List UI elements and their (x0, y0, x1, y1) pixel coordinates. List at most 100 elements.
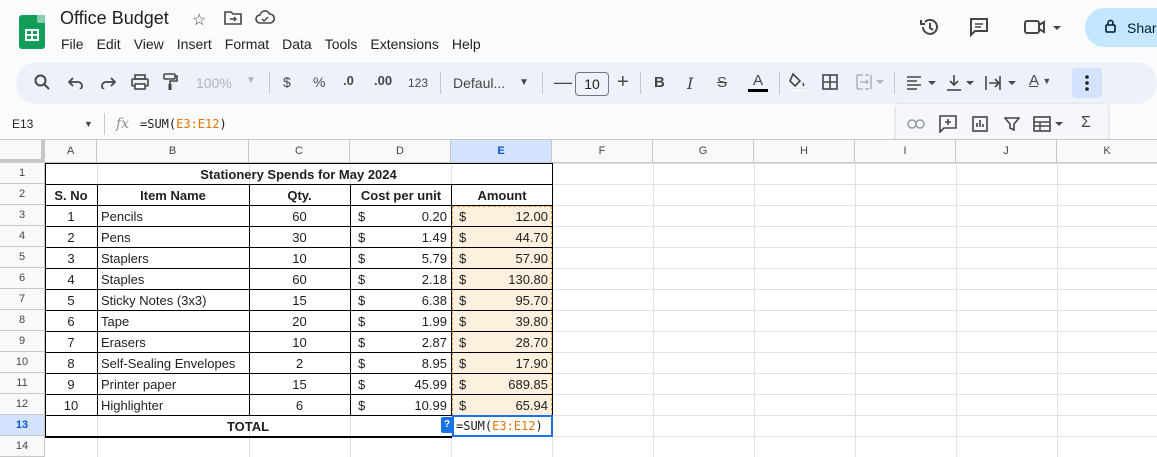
formula-input[interactable]: =SUM(E3:E12) (140, 117, 227, 131)
document-title[interactable]: Office Budget (60, 8, 169, 29)
cell-item-name[interactable]: Staples (98, 269, 248, 290)
cell-amount-currency[interactable]: $ (456, 332, 476, 353)
cloud-status-icon[interactable] (255, 10, 276, 31)
cell-amount-currency[interactable]: $ (456, 374, 476, 395)
cell-amount[interactable]: 95.70 (476, 290, 552, 311)
cell-item-name[interactable]: Printer paper (98, 374, 248, 395)
cell-item-name[interactable]: Erasers (98, 332, 248, 353)
cell-amount[interactable]: 39.80 (476, 311, 552, 332)
menu-file[interactable]: File (61, 36, 84, 52)
cell-item-name[interactable]: Self-Sealing Envelopes (98, 353, 248, 374)
cell-cost-currency[interactable]: $ (355, 395, 375, 416)
active-cell-editor[interactable]: =SUM(E3:E12) (452, 415, 553, 437)
menu-tools[interactable]: Tools (325, 36, 358, 52)
menu-insert[interactable]: Insert (177, 36, 212, 52)
italic-button[interactable]: I (687, 74, 693, 93)
font-family-select[interactable]: Defaul... (453, 75, 505, 91)
cell-sno[interactable]: 1 (45, 206, 97, 227)
cell-item-name[interactable]: Sticky Notes (3x3) (98, 290, 248, 311)
menu-help[interactable]: Help (452, 36, 481, 52)
cell-cost[interactable]: 45.99 (375, 374, 451, 395)
total-label[interactable]: TOTAL (45, 416, 451, 437)
row-header-11[interactable]: 11 (0, 373, 45, 394)
menu-view[interactable]: View (134, 36, 164, 52)
menu-data[interactable]: Data (282, 36, 312, 52)
cell-amount-currency[interactable]: $ (456, 395, 476, 416)
cell-qty[interactable]: 20 (249, 311, 350, 332)
header-item-name[interactable]: Item Name (98, 185, 248, 206)
font-family-dropdown-icon[interactable]: ▼ (519, 77, 529, 88)
column-header-e[interactable]: E (451, 140, 552, 163)
column-header-d[interactable]: D (350, 140, 451, 163)
cell-cost-currency[interactable]: $ (355, 248, 375, 269)
horizontal-align-icon[interactable] (906, 76, 938, 94)
row-header-3[interactable]: 3 (0, 205, 45, 226)
undo-icon[interactable] (67, 75, 84, 93)
increase-decimal-button[interactable]: .00 (374, 73, 392, 88)
print-icon[interactable] (131, 74, 149, 94)
menu-format[interactable]: Format (225, 36, 269, 52)
decrease-font-size-icon[interactable]: — (554, 72, 572, 93)
cell-cost-currency[interactable]: $ (355, 269, 375, 290)
cell-amount[interactable]: 65.94 (476, 395, 552, 416)
cell-cost-currency[interactable]: $ (355, 206, 375, 227)
cell-cost-currency[interactable]: $ (355, 353, 375, 374)
filter-views-icon[interactable] (1033, 116, 1065, 137)
strikethrough-button[interactable]: S (717, 74, 727, 91)
column-header-c[interactable]: C (249, 140, 350, 163)
cell-amount[interactable]: 689.85 (476, 374, 552, 395)
column-header-h[interactable]: H (754, 140, 855, 163)
cell-cost-currency[interactable]: $ (355, 311, 375, 332)
cell-cost[interactable]: 2.87 (375, 332, 451, 353)
cell-cost[interactable]: 8.95 (375, 353, 451, 374)
cell-qty[interactable]: 10 (249, 332, 350, 353)
cell-cost-currency[interactable]: $ (355, 332, 375, 353)
insert-link-icon[interactable] (907, 117, 925, 135)
cell-sno[interactable]: 4 (45, 269, 97, 290)
column-header-b[interactable]: B (97, 140, 249, 163)
cell-sno[interactable]: 7 (45, 332, 97, 353)
cell-item-name[interactable]: Pens (98, 227, 248, 248)
share-button[interactable]: Shar (1085, 8, 1157, 47)
cell-sno[interactable]: 6 (45, 311, 97, 332)
decrease-decimal-button[interactable]: .0 (343, 73, 354, 88)
menu-edit[interactable]: Edit (97, 36, 121, 52)
row-header-13[interactable]: 13 (0, 415, 45, 436)
cell-cost-currency[interactable]: $ (355, 290, 375, 311)
zoom-select[interactable]: 100% (196, 75, 232, 91)
column-header-f[interactable]: F (552, 140, 653, 163)
cell-amount-currency[interactable]: $ (456, 353, 476, 374)
header-sno[interactable]: S. No (45, 185, 97, 206)
name-box[interactable]: E13 (12, 117, 33, 131)
header-qty[interactable]: Qty. (249, 185, 350, 206)
cell-cost[interactable]: 1.49 (375, 227, 451, 248)
cell-cost[interactable]: 2.18 (375, 269, 451, 290)
cell-cost[interactable]: 0.20 (375, 206, 451, 227)
cell-item-name[interactable]: Tape (98, 311, 248, 332)
cell-amount[interactable]: 57.90 (476, 248, 552, 269)
cell-qty[interactable]: 60 (249, 206, 350, 227)
cell-amount-currency[interactable]: $ (456, 290, 476, 311)
cell-amount[interactable]: 130.80 (476, 269, 552, 290)
insert-chart-icon[interactable] (972, 116, 988, 137)
insert-comment-icon[interactable] (939, 115, 957, 138)
cell-cost-currency[interactable]: $ (355, 374, 375, 395)
cell-amount-currency[interactable]: $ (456, 311, 476, 332)
cell-qty[interactable]: 6 (249, 395, 350, 416)
cell-cost[interactable]: 10.99 (375, 395, 451, 416)
version-history-icon[interactable] (919, 16, 941, 44)
cell-qty[interactable]: 2 (249, 353, 350, 374)
row-header-12[interactable]: 12 (0, 394, 45, 415)
move-folder-icon[interactable] (224, 10, 242, 31)
column-header-g[interactable]: G (653, 140, 754, 163)
cell-qty[interactable]: 30 (249, 227, 350, 248)
cell-item-name[interactable]: Highlighter (98, 395, 248, 416)
cell-sno[interactable]: 5 (45, 290, 97, 311)
cell-cost[interactable]: 1.99 (375, 311, 451, 332)
column-header-a[interactable]: A (45, 140, 97, 163)
cell-qty[interactable]: 15 (249, 374, 350, 395)
bold-button[interactable]: B (654, 74, 665, 91)
more-formats-button[interactable]: 123 (408, 76, 428, 90)
cell-amount-currency[interactable]: $ (456, 269, 476, 290)
comments-icon[interactable] (968, 16, 990, 44)
